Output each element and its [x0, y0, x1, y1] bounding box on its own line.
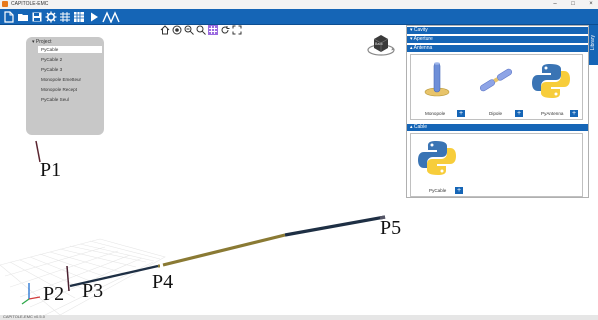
section-cavity[interactable]: ▾ Cavity	[407, 27, 588, 34]
add-monopole-button[interactable]: +	[457, 110, 465, 117]
status-bar: CAPITOLE-EMC v0.5.0	[0, 314, 598, 320]
point-label-p1: P1	[40, 159, 62, 181]
section-antenna-label: Antenna	[413, 45, 433, 51]
floor-grid	[0, 238, 166, 315]
mesh-icon[interactable]	[59, 11, 71, 23]
point-label-p5: P5	[380, 217, 402, 239]
dipole-icon[interactable]	[476, 65, 516, 100]
signal-icon[interactable]	[102, 11, 120, 24]
chevron-down-icon: ▾	[410, 36, 413, 42]
monopole-icon[interactable]	[423, 59, 451, 104]
new-file-icon[interactable]	[3, 11, 15, 23]
minimize-button[interactable]: –	[548, 0, 562, 9]
status-text: CAPITOLE-EMC v0.5.0	[3, 314, 45, 319]
dipole-label: Dipole	[489, 111, 503, 116]
antenna-card: Monopole + Dipole + PyAntenna +	[410, 54, 583, 120]
app-logo-icon	[2, 1, 8, 7]
maximize-button[interactable]: □	[566, 0, 580, 9]
point-label-p2: P2	[43, 283, 65, 305]
title-bar: CAPITOLE-EMC – □ ×	[0, 0, 598, 9]
add-dipole-button[interactable]: +	[515, 110, 523, 117]
section-aperture-label: Aperture	[413, 36, 433, 42]
cable-segment-3	[284, 215, 386, 237]
chevron-up-icon: ▴	[410, 45, 413, 51]
chevron-down-icon: ▾	[410, 27, 413, 33]
pyantenna-label: PyAntenna	[541, 111, 564, 116]
grid-icon[interactable]	[73, 11, 85, 23]
section-cable-label: Cable	[413, 124, 427, 130]
section-antenna[interactable]: ▴ Antenna	[407, 45, 588, 52]
run-icon[interactable]	[88, 11, 100, 23]
monopole-label: Monopole	[425, 111, 446, 116]
p2-wire	[66, 265, 70, 292]
python-logo-icon[interactable]	[417, 138, 457, 183]
save-icon[interactable]	[31, 11, 43, 23]
open-folder-icon[interactable]	[17, 11, 29, 23]
point-label-p3: P3	[82, 280, 104, 302]
point-label-p4: P4	[152, 271, 174, 293]
cable-card: PyCable +	[410, 133, 583, 197]
close-button[interactable]: ×	[584, 0, 598, 9]
3d-viewport[interactable]: ▾ Project PyCable PyCable 2 PyCable 3 Mo…	[0, 25, 404, 315]
cable-segment-2	[162, 233, 286, 267]
section-cavity-label: Cavity	[413, 27, 428, 33]
python-logo-icon[interactable]	[531, 61, 571, 106]
main-toolbar	[0, 9, 598, 25]
library-tab[interactable]: Library	[589, 25, 598, 65]
section-cable[interactable]: ▴ Cable	[407, 124, 588, 131]
section-aperture[interactable]: ▾ Aperture	[407, 36, 588, 43]
add-pycable-button[interactable]: +	[455, 187, 463, 194]
library-panel: ▾ Cavity ▾ Aperture ▴ Antenna Monopole +	[406, 25, 589, 198]
pycable-label: PyCable	[429, 188, 447, 193]
add-pyantenna-button[interactable]: +	[570, 110, 578, 117]
app-title: CAPITOLE-EMC	[11, 1, 49, 7]
chevron-up-icon: ▴	[410, 124, 413, 130]
settings-icon[interactable]	[45, 11, 57, 23]
library-tab-label: Library	[590, 35, 596, 51]
axis-triad-icon	[21, 283, 41, 305]
